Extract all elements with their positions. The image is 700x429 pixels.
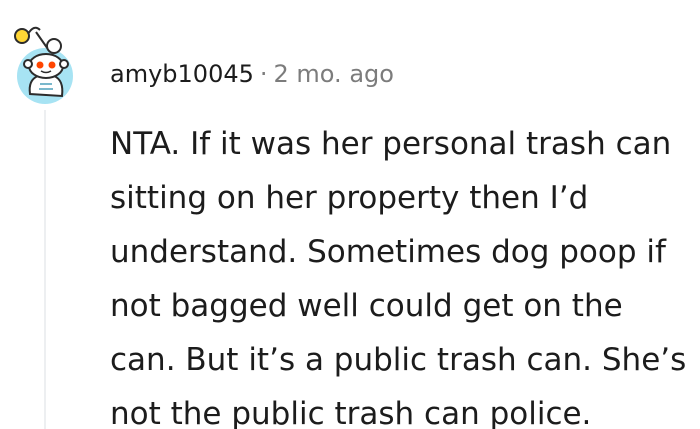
comment-text-line: NTA. If it was her personal trash can (110, 126, 672, 162)
thread-line[interactable] (44, 110, 46, 429)
comment-meta: amyb10045 · 2 mo. ago (110, 58, 394, 90)
comment-text-line: sitting on her property then I’d (110, 180, 589, 216)
comment-text-line: not bagged well could get on the (110, 288, 623, 324)
comment-text-line: can. But it’s a public trash can. She’s (110, 342, 687, 378)
comment-text-line: understand. Sometimes dog poop if (110, 234, 666, 270)
comment-text-line: not the public trash can police. (110, 396, 592, 429)
meta-separator: · (259, 60, 268, 88)
timestamp[interactable]: 2 mo. ago (274, 60, 394, 88)
username-link[interactable]: amyb10045 (110, 60, 254, 88)
snoo-avatar-icon[interactable] (14, 14, 76, 106)
comment-body: NTA. If it was her personal trash can si… (110, 117, 695, 429)
comment: amyb10045 · 2 mo. ago NTA. If it was her p… (0, 0, 700, 429)
